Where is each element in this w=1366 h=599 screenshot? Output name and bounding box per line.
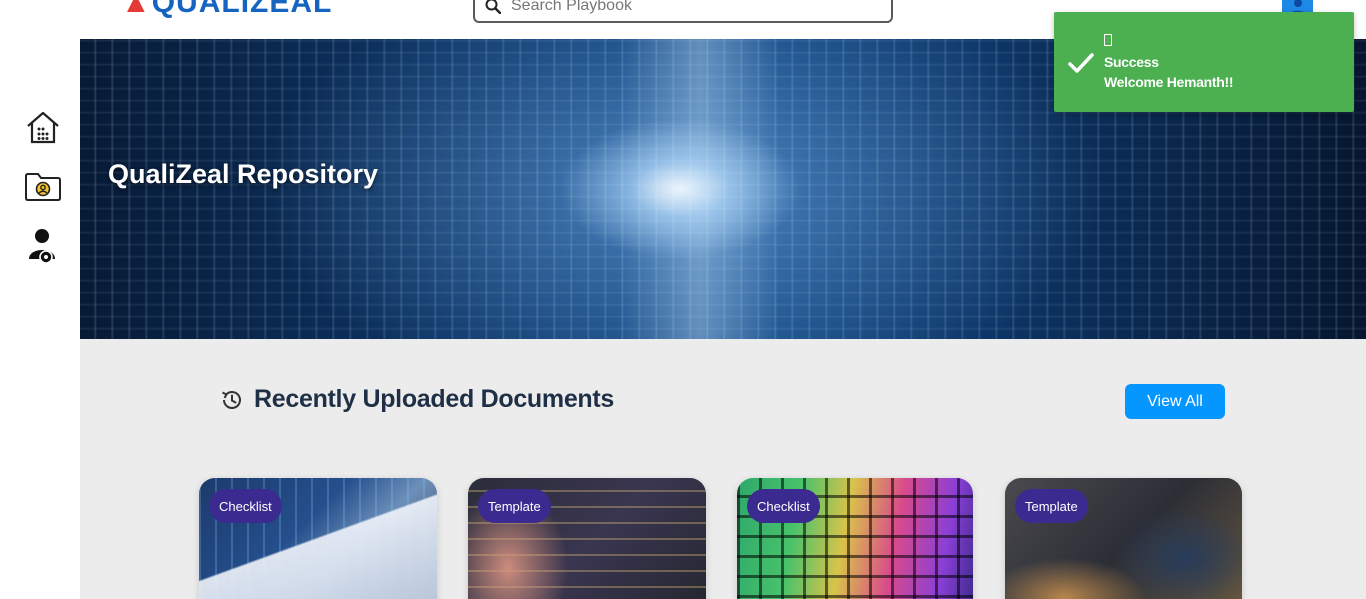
user-settings-icon [29,229,55,264]
document-card[interactable]: Template [468,478,706,599]
toast-close-icon[interactable] [1104,34,1112,46]
history-icon [222,390,241,409]
card-badge: Template [478,489,551,523]
sidebar-item-admin[interactable] [24,227,62,265]
search-icon [485,0,501,14]
sidebar-item-home[interactable] [24,108,62,146]
home-icon [27,111,59,144]
section-title: Recently Uploaded Documents [254,385,615,413]
toast-message: Welcome Hemanth!! [1104,74,1234,90]
brand-logo[interactable]: ▲QUALIZEAL [121,0,332,20]
page: ▲QUALIZEAL Search Playbook QualiZeal Rep… [0,0,1366,599]
checkmark-icon [1068,53,1094,73]
user-folder-icon [25,173,61,201]
sidebar-item-my-documents[interactable] [24,167,62,205]
document-card[interactable]: Checklist [737,478,973,599]
card-badge: Template [1015,489,1088,523]
banner-light-rays [620,39,780,339]
card-badge: Checklist [209,489,282,523]
banner-title: QualiZeal Repository [108,159,379,189]
document-card[interactable]: Template [1005,478,1242,599]
section-header: Recently Uploaded Documents [220,385,614,414]
search-bar[interactable] [473,0,893,23]
search-input[interactable] [511,0,871,15]
recent-documents-section: Recently Uploaded Documents View All Che… [80,339,1366,599]
toast-title: Success [1104,54,1159,70]
success-toast[interactable]: Success Welcome Hemanth!! [1054,12,1354,112]
document-card[interactable]: Checklist [199,478,437,599]
view-all-button[interactable]: View All [1125,384,1225,419]
logo-text: QUALIZEAL [151,0,333,19]
card-badge: Checklist [747,489,820,523]
sidebar [0,39,80,599]
logo-mark: ▲ [121,0,152,19]
